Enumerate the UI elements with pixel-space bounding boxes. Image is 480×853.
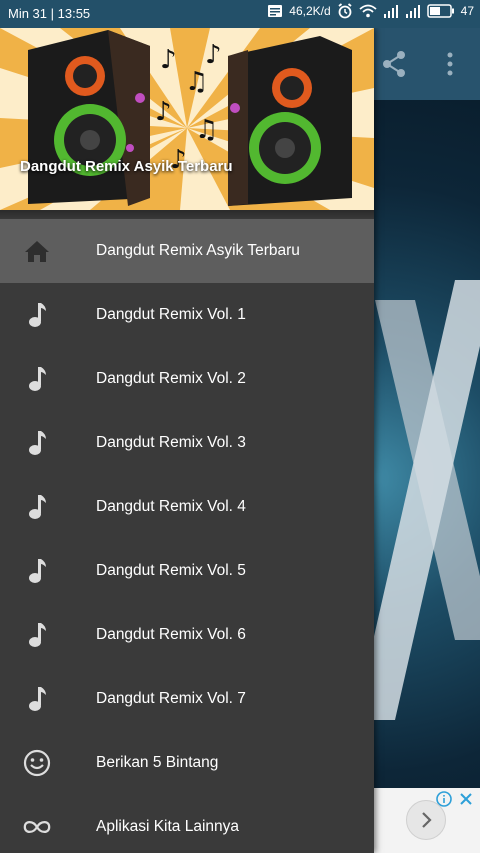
drawer-menu: Dangdut Remix Asyik Terbaru Dangdut Remi… xyxy=(0,219,374,853)
menu-item-vol-7[interactable]: Dangdut Remix Vol. 7 xyxy=(0,667,374,731)
menu-item-label: Dangdut Remix Vol. 5 xyxy=(96,562,246,579)
menu-item-label: Dangdut Remix Asyik Terbaru xyxy=(96,242,300,259)
more-vert-icon xyxy=(447,52,453,76)
share-button[interactable] xyxy=(376,46,412,82)
svg-text:♪: ♪ xyxy=(205,40,222,70)
ad-close-button[interactable] xyxy=(456,790,476,808)
battery-icon xyxy=(426,4,454,18)
signal-icon-sim2 xyxy=(405,5,420,18)
drawer-header: ♪ ♫ ♪ ♫ ♪ ♪ Dangdut Remix Asyik Terbaru xyxy=(0,28,374,210)
menu-item-label: Dangdut Remix Vol. 4 xyxy=(96,498,246,515)
svg-text:♫: ♫ xyxy=(195,115,218,145)
svg-text:♪: ♪ xyxy=(155,97,172,127)
music-note-icon xyxy=(22,493,52,521)
status-bar: Min 31 | 13:55 46,2K/d 47 xyxy=(0,0,480,28)
home-icon xyxy=(22,237,52,265)
music-note-icon xyxy=(22,685,52,713)
speakers-music-artwork: ♪ ♫ ♪ ♫ ♪ ♪ xyxy=(0,28,374,210)
music-note-icon xyxy=(22,365,52,393)
status-icons: 46,2K/d 47 xyxy=(267,3,474,19)
menu-item-label: Aplikasi Kita Lainnya xyxy=(96,818,240,835)
battery-level: 47 xyxy=(460,4,474,18)
signal-icon-sim1 xyxy=(383,5,398,18)
left-speaker xyxy=(28,30,150,206)
menu-item-label: Dangdut Remix Vol. 6 xyxy=(96,626,246,643)
menu-item-vol-4[interactable]: Dangdut Remix Vol. 4 xyxy=(0,475,374,539)
music-note-icon xyxy=(22,429,52,457)
menu-item-more-apps[interactable]: Aplikasi Kita Lainnya xyxy=(0,795,374,853)
menu-item-label: Dangdut Remix Vol. 2 xyxy=(96,370,246,387)
chevron-right-icon xyxy=(422,812,432,828)
infinity-icon xyxy=(22,813,52,841)
close-icon xyxy=(460,793,472,805)
ad-next-button[interactable] xyxy=(406,800,446,840)
right-speaker xyxy=(228,36,352,206)
status-time: Min 31 | 13:55 xyxy=(8,6,91,21)
menu-item-label: Berikan 5 Bintang xyxy=(96,754,219,771)
share-icon xyxy=(383,51,405,77)
network-speed: 46,2K/d xyxy=(289,4,331,18)
wifi-icon xyxy=(359,4,377,18)
svg-text:♪: ♪ xyxy=(160,45,177,75)
menu-item-vol-3[interactable]: Dangdut Remix Vol. 3 xyxy=(0,411,374,475)
menu-item-vol-1[interactable]: Dangdut Remix Vol. 1 xyxy=(0,283,374,347)
notification-icon xyxy=(268,5,283,17)
menu-item-vol-6[interactable]: Dangdut Remix Vol. 6 xyxy=(0,603,374,667)
menu-item-vol-5[interactable]: Dangdut Remix Vol. 5 xyxy=(0,539,374,603)
music-note-icon xyxy=(22,557,52,585)
menu-item-vol-2[interactable]: Dangdut Remix Vol. 2 xyxy=(0,347,374,411)
drawer-header-title: Dangdut Remix Asyik Terbaru xyxy=(20,158,233,175)
music-note-icon xyxy=(22,301,52,329)
menu-item-label: Dangdut Remix Vol. 7 xyxy=(96,690,246,707)
overflow-menu-button[interactable] xyxy=(432,46,468,82)
menu-item-rate-app[interactable]: Berikan 5 Bintang xyxy=(0,731,374,795)
alarm-icon xyxy=(338,3,352,19)
smiley-icon xyxy=(22,749,52,777)
menu-item-label: Dangdut Remix Vol. 1 xyxy=(96,306,246,323)
menu-item-label: Dangdut Remix Vol. 3 xyxy=(96,434,246,451)
svg-text:♫: ♫ xyxy=(185,67,208,97)
navigation-drawer: ♪ ♫ ♪ ♫ ♪ ♪ Dangdut Remix Asyik Terbaru … xyxy=(0,28,374,853)
menu-item-home[interactable]: Dangdut Remix Asyik Terbaru xyxy=(0,219,374,283)
music-note-icon xyxy=(22,621,52,649)
